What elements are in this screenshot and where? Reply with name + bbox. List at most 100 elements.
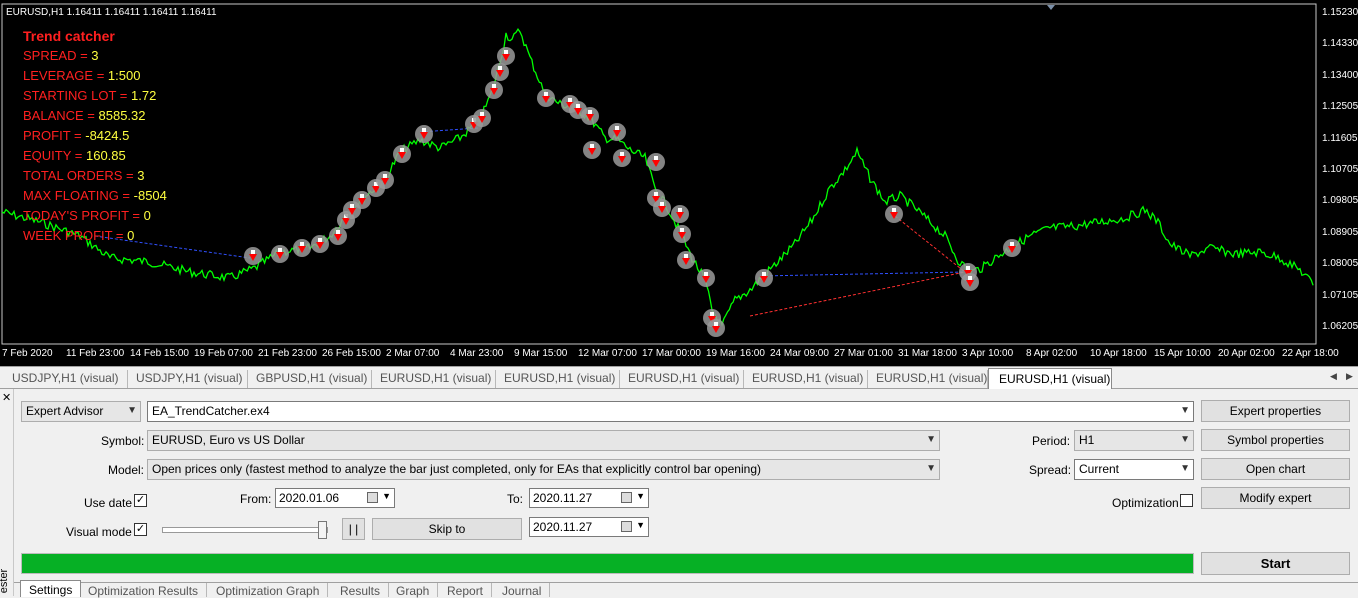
tester-tab-optimization-results[interactable]: Optimization Results [80,583,208,598]
ea-info-value: 3 [91,48,99,63]
price-axis-label: 1.10705 [1322,164,1358,175]
chart-tab[interactable]: USDJPY,H1 (visual) [128,370,248,388]
use-date-checkbox[interactable]: ✓ [134,494,147,507]
chart-tab[interactable]: EURUSD,H1 (visual) [988,368,1112,389]
chart-symbol-header: EURUSD,H1 1.16411 1.16411 1.16411 1.1641… [6,7,217,18]
tester-type-value: Expert Advisor [26,404,104,418]
tester-type-select[interactable]: Expert Advisor ▼ [21,401,141,422]
chart-tab[interactable]: USDJPY,H1 (visual) [4,370,128,388]
period-select[interactable]: H1 ▼ [1074,430,1194,451]
optimization-label: Optimization [1112,496,1179,510]
price-line [1,28,1314,327]
to-date-field[interactable]: 2020.11.27 ▼ [529,488,649,508]
symbol-label: Symbol: [101,434,145,448]
chevron-down-icon: ▼ [382,491,391,501]
order-marker-icon [755,269,773,287]
tester-tab-journal[interactable]: Journal [494,583,551,598]
spread-select[interactable]: Current ▼ [1074,459,1194,480]
chart-tab[interactable]: EURUSD,H1 (visual) [744,370,868,388]
time-axis-label: 24 Mar 09:00 [770,348,829,359]
open-chart-button[interactable]: Open chart [1201,458,1350,480]
ea-info-label: WEEK PROFIT = [23,228,128,243]
order-marker-icon [677,251,695,269]
model-value: Open prices only (fastest method to anal… [152,462,761,476]
symbol-value: EURUSD, Euro vs US Dollar [152,433,305,447]
model-select[interactable]: Open prices only (fastest method to anal… [147,459,940,480]
order-marker-icon [473,109,491,127]
tab-scroll-right-icon[interactable]: ▶ [1346,371,1353,382]
visual-speed-slider-thumb[interactable] [318,521,327,539]
order-marker-icon [961,273,979,291]
use-date-label: Use date [84,496,133,510]
calendar-icon[interactable] [621,492,632,503]
ea-info-row: MAX FLOATING = -8504 [23,186,167,206]
price-axis-label: 1.13400 [1322,69,1358,81]
to-label: To: [507,492,524,506]
tester-tab-report[interactable]: Report [439,583,493,598]
tab-scroll-left-icon[interactable]: ◀ [1330,371,1337,382]
symbol-select[interactable]: EURUSD, Euro vs US Dollar ▼ [147,430,940,451]
expert-file-select[interactable]: EA_TrendCatcher.ex4 ▼ [147,401,1194,422]
ea-info-label: LEVERAGE = [23,68,108,83]
from-date-value: 2020.01.06 [279,491,340,505]
order-marker-icon [393,145,411,163]
visual-mode-checkbox[interactable]: ✓ [134,523,147,536]
ea-info-label: TODAY'S PROFIT = [23,208,144,223]
period-label: Period: [1032,434,1071,448]
to-date-value: 2020.11.27 [533,491,593,505]
tester-tab-graph[interactable]: Graph [388,583,439,598]
time-axis-label: 20 Apr 02:00 [1218,348,1275,359]
order-marker-icon [583,141,601,159]
symbol-properties-button[interactable]: Symbol properties [1201,429,1350,451]
chevron-down-icon: ▼ [1180,434,1190,445]
ea-info-value: -8504 [133,188,167,203]
tester-side-strip: ✕ ester [0,389,14,596]
tester-tab-results[interactable]: Results [332,583,390,598]
ea-title: Trend catcher [23,28,115,44]
from-date-field[interactable]: 2020.01.06 ▼ [275,488,395,508]
model-label: Model: [108,463,145,477]
pause-button[interactable]: | | [342,518,365,540]
optimization-checkbox[interactable] [1180,494,1193,507]
tester-tab-optimization-graph[interactable]: Optimization Graph [208,583,329,598]
order-marker-icon [608,123,626,141]
order-marker-icon [673,225,691,243]
ea-info-row: STARTING LOT = 1.72 [23,86,167,106]
time-axis-label: 3 Apr 10:00 [962,348,1014,359]
start-button[interactable]: Start [1201,552,1350,575]
chart-canvas [1,3,1317,345]
skip-to-button[interactable]: Skip to [372,518,522,540]
skip-to-date-field[interactable]: 2020.11.27 ▼ [529,517,649,537]
expert-properties-button[interactable]: Expert properties [1201,400,1350,422]
ea-info-row: PROFIT = -8424.5 [23,126,167,146]
tester-tab-settings[interactable]: Settings [20,580,82,597]
chart-tab[interactable]: EURUSD,H1 (visual) [372,370,496,388]
modify-expert-button[interactable]: Modify expert [1201,487,1350,509]
time-axis-label: 19 Mar 16:00 [706,348,765,359]
order-marker-icon [885,205,903,223]
ea-info-value: 8585.32 [98,108,146,123]
order-marker-icon [376,171,394,189]
order-marker-icon [329,227,347,245]
time-axis-label: 15 Apr 10:00 [1154,348,1211,359]
ea-info-row: EQUITY = 160.85 [23,146,167,166]
calendar-icon[interactable] [367,492,378,503]
chart-tab[interactable]: EURUSD,H1 (visual) [496,370,620,388]
order-marker-icon [581,107,599,125]
chevron-down-icon: ▼ [636,520,645,530]
price-chart[interactable]: EURUSD,H1 1.16411 1.16411 1.16411 1.1641… [0,0,1358,366]
time-axis-label: 4 Mar 23:00 [450,348,504,359]
order-marker-icon [1003,239,1021,257]
chart-tab[interactable]: EURUSD,H1 (visual) [620,370,744,388]
chart-tab[interactable]: EURUSD,H1 (visual) [868,370,988,388]
ea-info-label: PROFIT = [23,128,86,143]
visual-speed-slider[interactable] [162,527,328,533]
order-marker-icon [647,153,665,171]
chart-tab-bar: USDJPY,H1 (visual) USDJPY,H1 (visual) GBPU… [0,366,1358,389]
chart-tab[interactable]: GBPUSD,H1 (visual) [248,370,372,388]
calendar-icon[interactable] [621,521,632,532]
close-icon[interactable]: ✕ [2,391,11,404]
order-marker-icon [293,239,311,257]
time-axis-label: 7 Feb 2020 [2,348,53,359]
time-axis-label: 27 Mar 01:00 [834,348,893,359]
